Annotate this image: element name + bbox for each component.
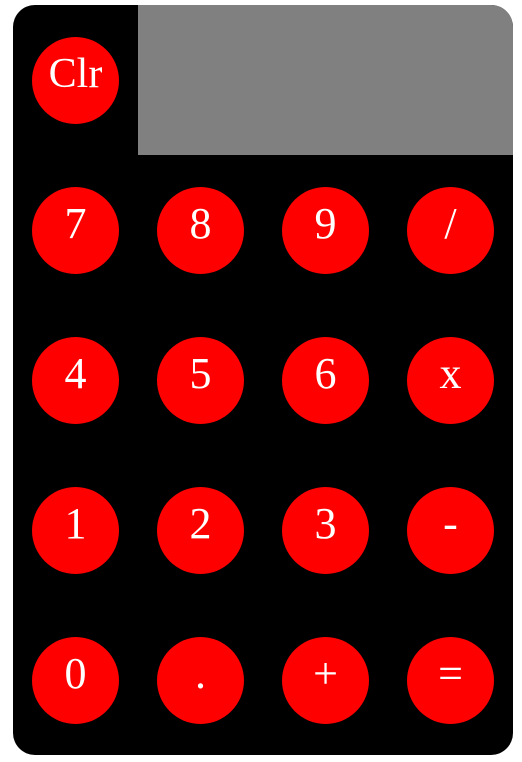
divide-label: /: [444, 199, 457, 248]
divide-button[interactable]: /: [407, 187, 494, 274]
decimal-label: .: [195, 649, 206, 698]
digit-2-label: 2: [189, 499, 212, 548]
digit-2-button[interactable]: 2: [157, 487, 244, 574]
decimal-button[interactable]: .: [157, 637, 244, 724]
subtract-button[interactable]: -: [407, 487, 494, 574]
digit-0-button[interactable]: 0: [32, 637, 119, 724]
digit-3-label: 3: [314, 499, 337, 548]
multiply-button[interactable]: x: [407, 337, 494, 424]
calculator: Clr 7 8 9 / 4 5 6 x 1 2 3 - 0 . + =: [13, 5, 513, 755]
multiply-label: x: [439, 349, 462, 398]
calculator-display: [138, 5, 513, 155]
digit-5-button[interactable]: 5: [157, 337, 244, 424]
digit-9-label: 9: [314, 199, 337, 248]
digit-5-label: 5: [189, 349, 212, 398]
clear-button[interactable]: Clr: [32, 37, 119, 124]
digit-7-button[interactable]: 7: [32, 187, 119, 274]
digit-0-label: 0: [64, 649, 87, 698]
digit-8-button[interactable]: 8: [157, 187, 244, 274]
equals-label: =: [438, 649, 463, 698]
digit-7-label: 7: [64, 199, 87, 248]
clear-button-label: Clr: [48, 50, 103, 97]
equals-button[interactable]: =: [407, 637, 494, 724]
add-button[interactable]: +: [282, 637, 369, 724]
digit-4-button[interactable]: 4: [32, 337, 119, 424]
subtract-label: -: [443, 499, 458, 548]
digit-4-label: 4: [64, 349, 87, 398]
digit-9-button[interactable]: 9: [282, 187, 369, 274]
digit-1-label: 1: [64, 499, 87, 548]
add-label: +: [313, 649, 338, 698]
digit-8-label: 8: [189, 199, 212, 248]
digit-6-button[interactable]: 6: [282, 337, 369, 424]
digit-6-label: 6: [314, 349, 337, 398]
digit-3-button[interactable]: 3: [282, 487, 369, 574]
digit-1-button[interactable]: 1: [32, 487, 119, 574]
